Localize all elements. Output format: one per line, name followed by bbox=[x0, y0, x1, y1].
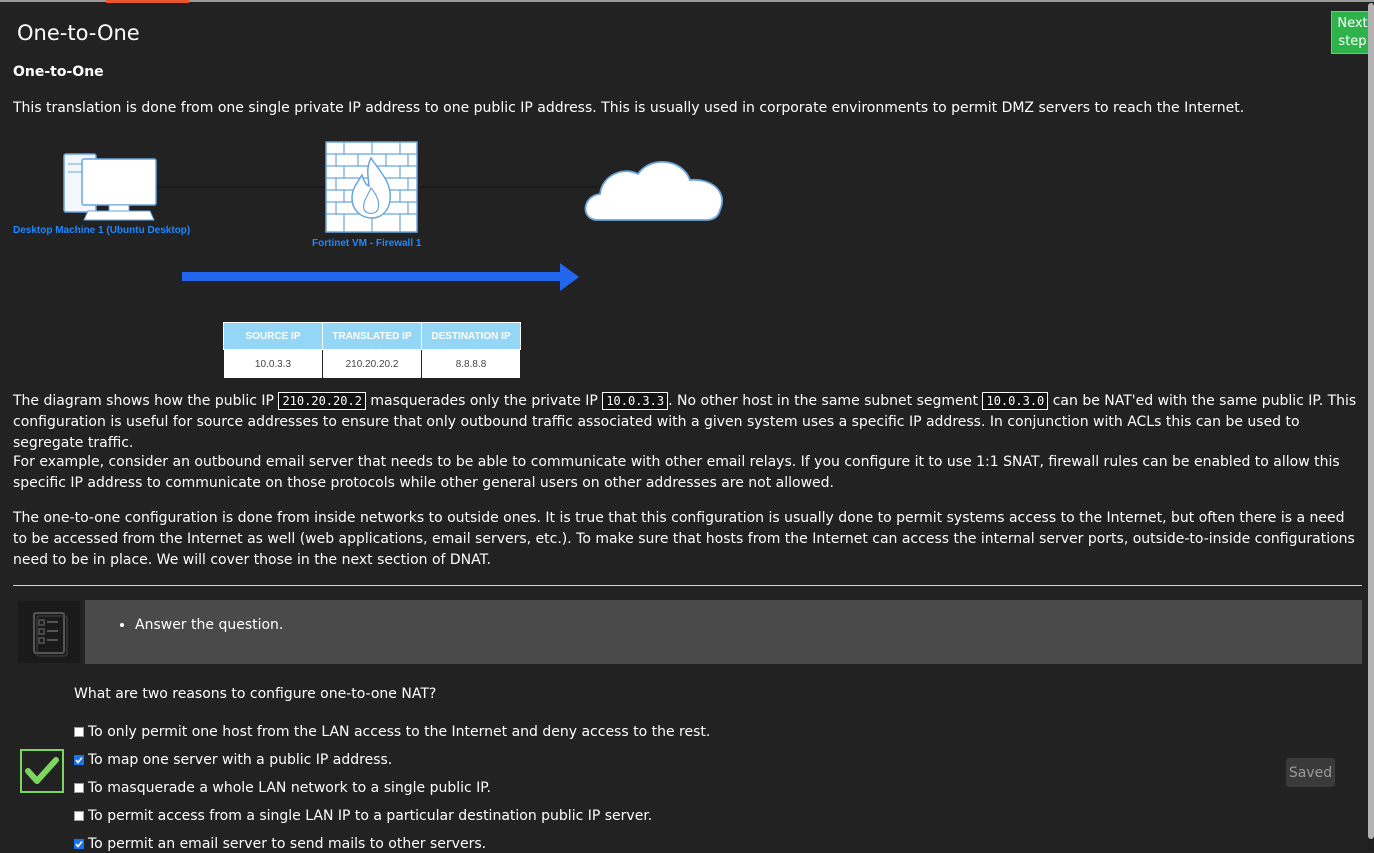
private-ip-code: 10.0.3.3 bbox=[602, 392, 669, 410]
green-check-icon bbox=[25, 757, 59, 784]
nat-translation-table: SOURCE IP TRANSLATED IP DESTINATION IP 1… bbox=[223, 322, 521, 379]
scrollbar-thumb[interactable] bbox=[1368, 3, 1374, 839]
option-checkbox[interactable] bbox=[74, 811, 84, 821]
checkmark-icon bbox=[75, 841, 83, 848]
public-ip-code: 210.20.20.2 bbox=[278, 392, 366, 410]
quiz-option[interactable]: To permit access from a single LAN IP to… bbox=[74, 807, 652, 825]
option-label[interactable]: To only permit one host from the LAN acc… bbox=[88, 724, 710, 740]
table-header: DESTINATION IP bbox=[421, 322, 521, 350]
checkmark-icon bbox=[75, 757, 83, 764]
subnet-code: 10.0.3.0 bbox=[982, 392, 1049, 410]
internet-cloud-icon bbox=[584, 160, 723, 221]
answer-correct-indicator bbox=[20, 749, 64, 793]
text-span: The diagram shows how the public IP bbox=[13, 393, 279, 409]
quiz-option[interactable]: To permit an email server to send mails … bbox=[74, 835, 486, 853]
ip-label-firewall-outside: 210.20.20.2 bbox=[424, 164, 472, 174]
firewall-label: Fortinet VM - Firewall 1 bbox=[312, 238, 422, 249]
active-tab-indicator bbox=[106, 0, 189, 3]
page-title: One-to-One bbox=[17, 21, 140, 45]
section-divider bbox=[13, 585, 1362, 586]
task-instructions-box: Answer the question. bbox=[85, 600, 1362, 664]
intro-paragraph: This translation is done from one single… bbox=[13, 100, 1245, 116]
section-heading: One-to-One bbox=[13, 64, 104, 80]
desktop-computer-icon bbox=[63, 153, 157, 221]
explanation-paragraph: The diagram shows how the public IP 210.… bbox=[13, 391, 1363, 454]
quiz-option[interactable]: To only permit one host from the LAN acc… bbox=[74, 723, 710, 741]
ip-label-firewall-inside: 10.0.3.1 bbox=[280, 164, 313, 174]
configuration-paragraph: The one-to-one configuration is done fro… bbox=[13, 510, 1355, 568]
option-label[interactable]: To masquerade a whole LAN network to a s… bbox=[88, 780, 491, 796]
quiz-question: What are two reasons to configure one-to… bbox=[74, 686, 437, 702]
option-checkbox[interactable] bbox=[74, 727, 84, 737]
option-checkbox-checked[interactable] bbox=[74, 839, 84, 849]
text-span: masquerades only the private IP bbox=[365, 393, 603, 409]
option-label[interactable]: To map one server with a public IP addre… bbox=[88, 752, 392, 768]
table-row: 10.0.3.3 210.20.20.2 8.8.8.8 bbox=[223, 349, 521, 379]
table-cell: 10.0.3.3 bbox=[223, 349, 323, 379]
table-cell: 8.8.8.8 bbox=[421, 349, 521, 379]
table-cell: 210.20.20.2 bbox=[322, 349, 422, 379]
traffic-direction-arrow bbox=[182, 263, 579, 291]
desktop-machine-label: Desktop Machine 1 (Ubuntu Desktop) bbox=[13, 225, 191, 236]
saved-status-button[interactable]: Saved bbox=[1286, 758, 1335, 787]
task-instruction-item: Answer the question. bbox=[135, 616, 283, 634]
example-paragraph: For example, consider an outbound email … bbox=[13, 454, 1340, 491]
quiz-option[interactable]: To masquerade a whole LAN network to a s… bbox=[74, 779, 491, 797]
ip-label-cloud: 8.8.8.8 bbox=[643, 137, 671, 147]
task-icon-container bbox=[18, 601, 80, 663]
ip-label-desktop: 10.0.3.3 bbox=[162, 164, 195, 174]
text-span: . No other host in the same subnet segme… bbox=[668, 393, 983, 409]
top-border bbox=[0, 0, 1374, 2]
option-label[interactable]: To permit access from a single LAN IP to… bbox=[88, 808, 652, 824]
table-header: TRANSLATED IP bbox=[322, 322, 422, 350]
option-checkbox[interactable] bbox=[74, 783, 84, 793]
table-header: SOURCE IP bbox=[223, 322, 323, 350]
quiz-option[interactable]: To map one server with a public IP addre… bbox=[74, 751, 392, 769]
firewall-brick-icon bbox=[325, 141, 418, 233]
checklist-icon bbox=[33, 612, 68, 657]
option-checkbox-checked[interactable] bbox=[74, 755, 84, 765]
